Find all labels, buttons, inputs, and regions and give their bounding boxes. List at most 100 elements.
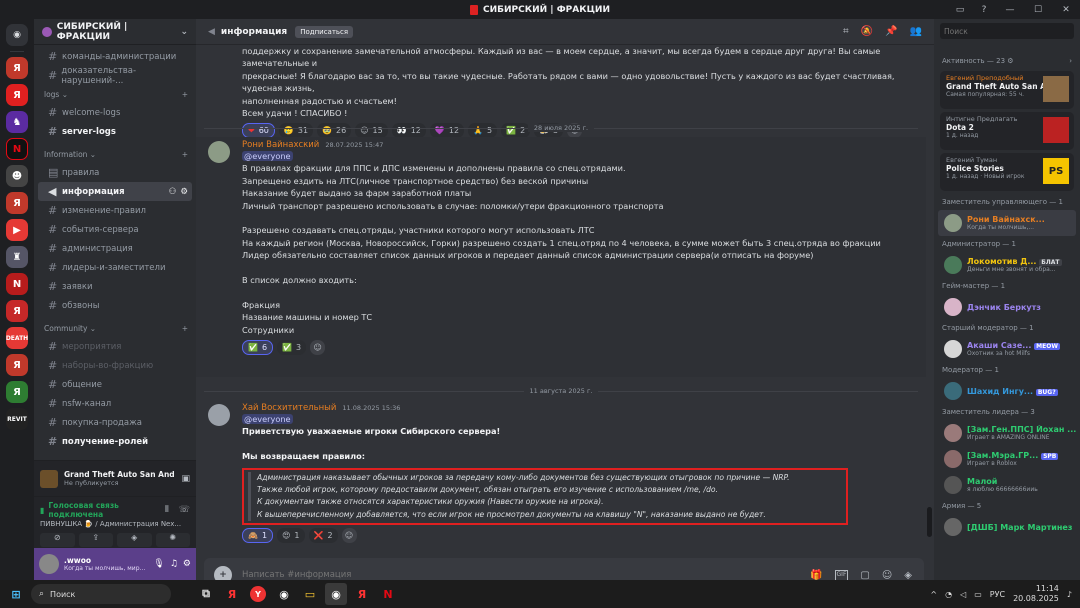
message-input[interactable] [242,570,811,580]
add-channel-icon[interactable]: + [182,150,188,159]
activity-card[interactable]: Евгений Туман Police Stories 1 д. назад … [940,153,1074,191]
camera-off-button[interactable]: ⊘ [40,533,75,547]
member-row[interactable]: [ДШБ] Марк Мартинез [934,514,1080,540]
gift-icon[interactable]: 🎁 [810,570,822,581]
noise-icon[interactable]: ⫴ [165,505,169,515]
channel-item[interactable]: # общение [38,375,192,394]
notification-bell-icon[interactable]: ♪ [1067,590,1072,599]
member-row[interactable]: Локомотив Д... БЛАТ Деньги мне звонят и о… [934,252,1080,278]
mention[interactable]: @everyone [242,151,293,161]
channel-item-active[interactable]: ◀ информация ⚇ ⚙ [38,182,192,201]
channel-item[interactable]: # доказательства-нарушений-... [38,66,192,86]
chrome-icon[interactable]: ◉ [273,583,295,605]
server-icon[interactable]: ▶ [6,219,28,241]
category-community[interactable]: Community ⌄ + [34,319,196,337]
gear-icon[interactable]: ⚙ [183,559,191,569]
server-icon[interactable]: Я [6,84,28,106]
channel-item[interactable]: # наборы-во-фракцию [38,356,192,375]
monitor-icon[interactable]: ▣ [181,474,190,484]
file-explorer-icon[interactable]: ▭ [299,583,321,605]
channel-item[interactable]: # заявки [38,277,192,296]
windows-start-icon[interactable]: ⊞ [5,583,27,605]
channel-item[interactable]: # события-сервера [38,220,192,239]
server-icon[interactable]: N [6,138,28,160]
voice-channel[interactable]: ПИВНУШКА 🍺 / Администрация Nex... [40,520,190,528]
server-header[interactable]: СИБИРСКИЙ | ФРАКЦИИ ⌄ [34,19,196,45]
add-reaction-button[interactable]: ☺ [341,527,357,543]
reaction[interactable]: ❌ 2 [308,527,338,543]
activity-card[interactable]: Интигне Предлагать Dota 2 1 д. назад [940,112,1074,150]
add-channel-icon[interactable]: + [182,324,188,333]
channel-item[interactable]: # изменение-правил [38,201,192,220]
server-icon[interactable]: Я [6,192,28,214]
activity-card[interactable]: Евгений Преподобный Grand Theft Auto San… [940,71,1074,109]
channel-item[interactable]: # команды-администрации [38,47,192,66]
reaction[interactable]: ✅ 6 [242,340,274,356]
server-icon[interactable]: N [6,273,28,295]
follow-button[interactable]: Подписаться [295,25,354,38]
server-icon[interactable]: ☻ [6,165,28,187]
add-reaction-button[interactable]: ☺ [310,340,326,356]
yandex-browser-icon[interactable]: Y [250,586,266,602]
reaction[interactable]: 🙈 1 [242,527,274,543]
volume-icon[interactable]: ◁ [960,590,966,599]
server-icon[interactable]: REVIT [6,408,28,430]
task-view-icon[interactable]: ⧉ [195,583,217,605]
reaction[interactable]: ✅ 3 [277,340,307,356]
disconnect-icon[interactable]: ☏ [179,505,190,515]
notifications-icon[interactable]: 🔕 [861,26,873,37]
discord-app-icon[interactable]: ◉ [325,583,347,605]
member-row[interactable]: Шахид Ингу... BUG? [934,378,1080,404]
channel-item[interactable]: # покупка-продажа [38,413,192,432]
taskbar-search[interactable]: ⌕ Поиск [31,584,171,604]
yandex-icon[interactable]: Я [221,583,243,605]
screen-share-button[interactable]: ⇪ [78,533,113,547]
scrollbar[interactable] [927,507,932,537]
server-icon[interactable]: DEATH [6,327,28,349]
wifi-icon[interactable]: ◔ [945,590,952,599]
activity-button[interactable]: ◈ [117,533,152,547]
inbox-icon[interactable]: ▭ [948,5,972,15]
category-information[interactable]: Information ⌄ + [34,145,196,163]
sticker-icon[interactable]: ▢ [860,570,869,581]
channel-item[interactable]: # администрация [38,239,192,258]
avatar[interactable] [208,404,230,426]
minimize-button[interactable]: — [996,5,1024,15]
channel-item[interactable]: # обзвоны [38,296,192,315]
discord-home-icon[interactable]: ◉ [6,24,28,46]
member-row[interactable]: Дэнчик Беркутз [934,294,1080,320]
server-icon[interactable]: ♞ [6,111,28,133]
emoji-icon[interactable]: ☺ [882,570,892,581]
reaction[interactable]: 😍 1 [277,527,305,543]
add-channel-icon[interactable]: + [182,90,188,99]
member-row[interactable]: Акаши Сазе... MEOW Охотник за hot Milfs [934,336,1080,362]
member-row[interactable]: Рони Вайнахск... Когда ты молчишь,... [938,210,1076,236]
microphone-icon[interactable]: 🎙 [153,559,164,569]
channel-item[interactable]: # nsfw-канал [38,394,192,413]
soundboard-button[interactable]: ✺ [155,533,190,547]
channel-item[interactable]: # server-logs [38,122,192,141]
search-input[interactable] [940,23,1074,39]
member-list-icon[interactable]: 👥 [910,26,922,37]
channel-item[interactable]: # лидеры-и-заместители [38,258,192,277]
server-icon[interactable]: Я [6,300,28,322]
avatar[interactable] [208,141,230,163]
gif-icon[interactable]: GIF [834,569,849,581]
battery-icon[interactable]: ▭ [974,590,982,599]
avatar[interactable] [39,554,59,574]
member-row[interactable]: Малой я люблю 66666666ииь [934,472,1080,498]
game-app-icon[interactable]: Я [351,583,373,605]
category-logs[interactable]: logs ⌄ + [34,85,196,103]
server-icon[interactable]: Я [6,57,28,79]
chevron-up-icon[interactable]: ^ [930,590,937,599]
help-icon[interactable]: ? [972,5,996,15]
author-name[interactable]: Хай Восхитительный [242,403,336,413]
member-row[interactable]: [Зам.Ген.ППС] Йохан ... Играет в AMAZING … [934,420,1080,446]
pin-icon[interactable]: 📌 [885,26,897,37]
apps-icon[interactable]: ◈ [904,570,912,581]
clock[interactable]: 11:14 20.08.2025 [1013,584,1059,604]
mention[interactable]: @everyone [242,414,293,424]
channel-item[interactable]: # welcome-logs [38,103,192,122]
gear-icon[interactable]: ⚙ [180,187,188,197]
threads-icon[interactable]: ⌗ [843,26,849,37]
